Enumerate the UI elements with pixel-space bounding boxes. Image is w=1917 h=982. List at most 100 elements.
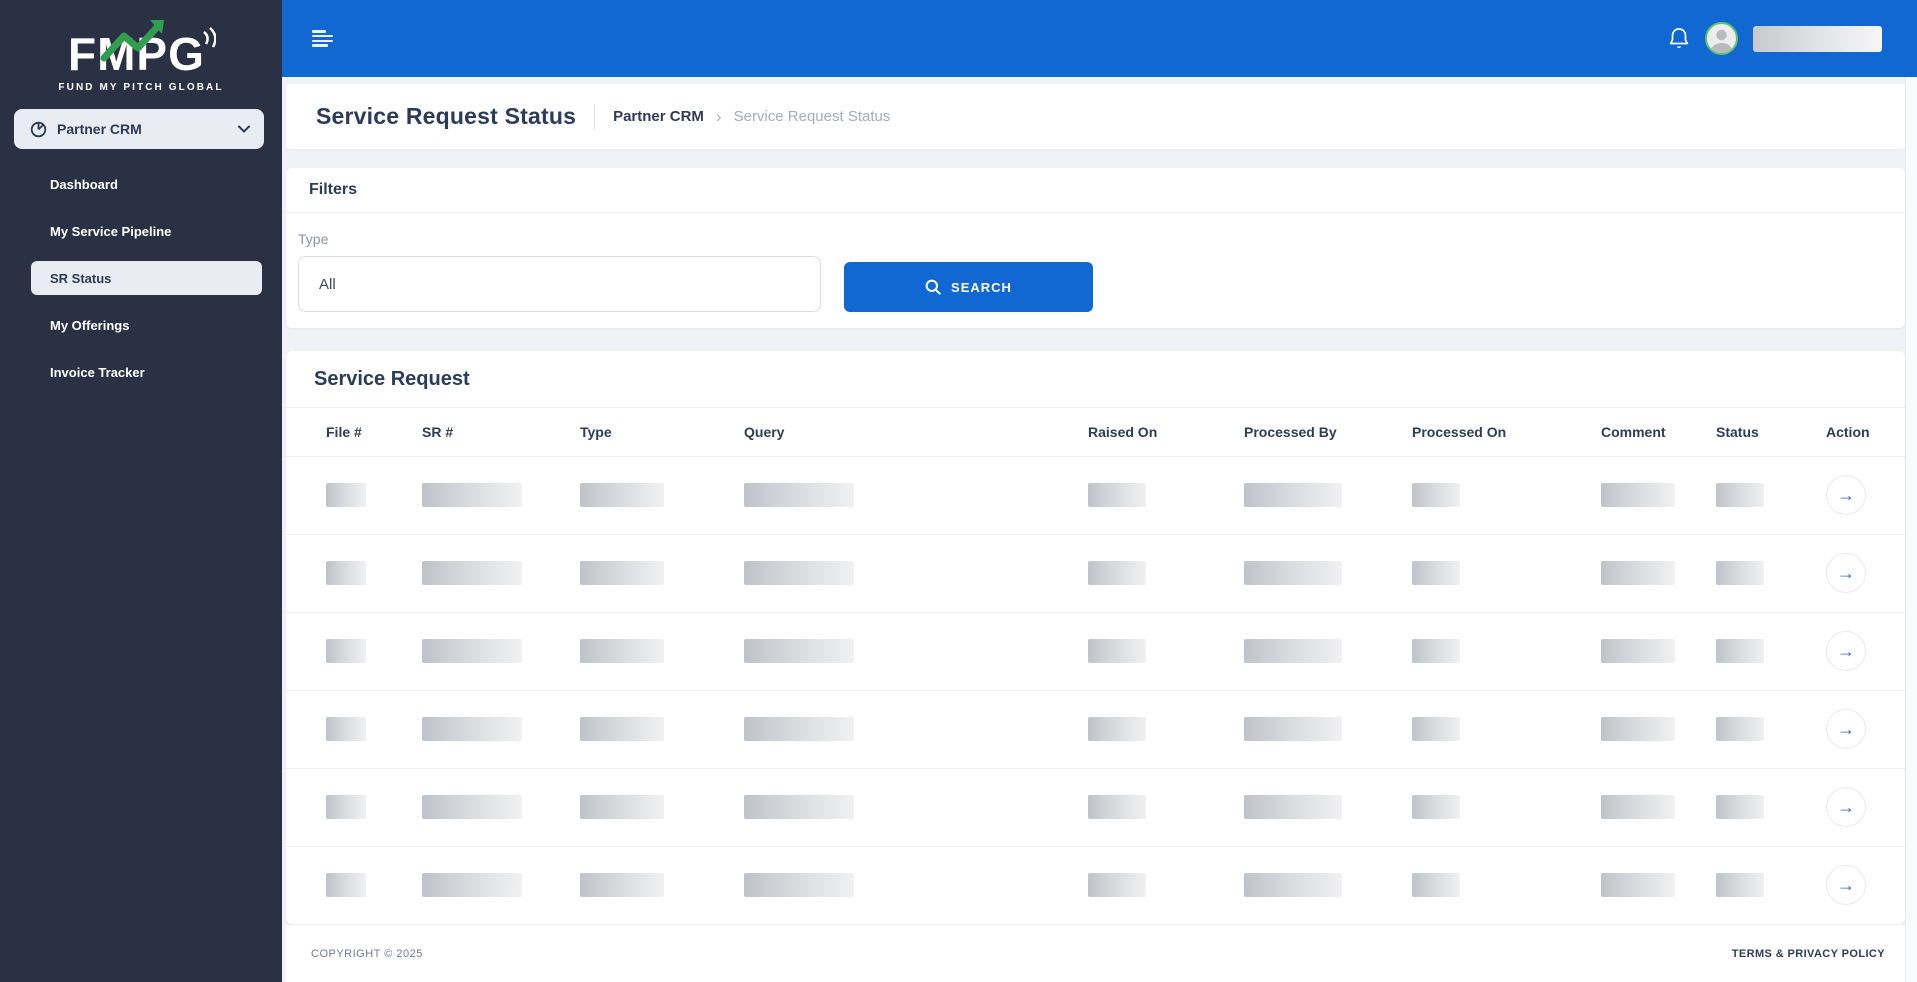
cell-loading-skeleton (326, 561, 366, 585)
cell-loading-skeleton (1412, 561, 1460, 585)
cell-loading-skeleton (580, 639, 664, 663)
row-action-button[interactable]: → (1826, 475, 1866, 515)
cell-loading-skeleton (580, 795, 664, 819)
cell-loading-skeleton (744, 717, 854, 741)
table-row: → (286, 846, 1905, 924)
cell-loading-skeleton (1244, 561, 1342, 585)
cell-loading-skeleton (1601, 717, 1675, 741)
cell-loading-skeleton (1244, 873, 1342, 897)
avatar[interactable] (1705, 22, 1738, 55)
row-action-button[interactable]: → (1826, 631, 1866, 671)
column-header-type: Type (568, 408, 732, 456)
column-header-file-: File # (286, 408, 410, 456)
page-title-bar: Service Request Status Partner CRM › Ser… (286, 84, 1905, 149)
breadcrumb-separator-icon: › (716, 107, 722, 127)
cell-loading-skeleton (580, 873, 664, 897)
search-icon (925, 279, 941, 295)
breadcrumb-current: Service Request Status (734, 108, 891, 125)
cell-loading-skeleton (744, 561, 854, 585)
cell-loading-skeleton (1716, 795, 1764, 819)
cell-loading-skeleton (1088, 795, 1146, 819)
filters-card: Filters Type All SEARCH (286, 168, 1905, 328)
cell-loading-skeleton (744, 873, 854, 897)
cell-loading-skeleton (422, 639, 522, 663)
table-header-row: File #SR #TypeQueryRaised OnProcessed By… (286, 408, 1905, 456)
cell-loading-skeleton (1244, 483, 1342, 507)
search-button[interactable]: SEARCH (844, 262, 1093, 312)
column-header-status: Status (1704, 408, 1814, 456)
arrow-right-icon: → (1837, 798, 1855, 816)
column-header-action: Action (1814, 408, 1905, 456)
sidebar: FMPG FUND MY PITCH GLOBAL Partner CRM Da… (0, 0, 282, 982)
cell-loading-skeleton (1412, 483, 1460, 507)
table-body: → → (286, 456, 1905, 924)
sidebar-item-label: My Offerings (50, 318, 129, 333)
cell-loading-skeleton (1088, 561, 1146, 585)
cell-loading-skeleton (1088, 873, 1146, 897)
logo: FMPG FUND MY PITCH GLOBAL (0, 0, 282, 93)
column-header-query: Query (732, 408, 1076, 456)
sidebar-item-label: Dashboard (50, 177, 118, 192)
cell-loading-skeleton (326, 795, 366, 819)
filters-body: Type All SEARCH (286, 213, 1905, 312)
cell-loading-skeleton (1244, 639, 1342, 663)
arrow-right-icon: → (1837, 642, 1855, 660)
cell-loading-skeleton (1601, 873, 1675, 897)
cell-loading-skeleton (326, 717, 366, 741)
row-action-button[interactable]: → (1826, 553, 1866, 593)
cell-loading-skeleton (1601, 795, 1675, 819)
table-row: → (286, 768, 1905, 846)
row-action-button[interactable]: → (1826, 865, 1866, 905)
bell-icon[interactable] (1667, 26, 1691, 52)
scrollbar-track[interactable] (1905, 77, 1917, 982)
cell-loading-skeleton (1088, 639, 1146, 663)
copyright-text: COPYRIGHT © 2025 (311, 948, 423, 960)
sidebar-item-invoice-tracker[interactable]: Invoice Tracker (0, 355, 262, 389)
sidebar-item-my-offerings[interactable]: My Offerings (0, 308, 262, 342)
cell-loading-skeleton (1412, 717, 1460, 741)
fmpg-logo-icon: FMPG (66, 18, 216, 80)
cell-loading-skeleton (1601, 483, 1675, 507)
chevron-down-icon (238, 125, 250, 133)
cell-loading-skeleton (422, 873, 522, 897)
sidebar-item-sr-status[interactable]: SR Status (31, 261, 262, 295)
cell-loading-skeleton (1601, 639, 1675, 663)
cell-loading-skeleton (744, 483, 854, 507)
cell-loading-skeleton (422, 795, 522, 819)
cell-loading-skeleton (1244, 717, 1342, 741)
cell-loading-skeleton (580, 561, 664, 585)
type-select[interactable]: All (298, 256, 821, 312)
sidebar-item-label: My Service Pipeline (50, 224, 171, 239)
cell-loading-skeleton (326, 483, 366, 507)
service-request-header: Service Request (286, 351, 1905, 408)
topbar (282, 0, 1917, 77)
cell-loading-skeleton (580, 483, 664, 507)
table-row: → (286, 534, 1905, 612)
cell-loading-skeleton (326, 639, 366, 663)
sidebar-section-partner-crm[interactable]: Partner CRM (14, 109, 264, 149)
sidebar-nav: Dashboard My Service Pipeline SR Status My … (0, 167, 282, 389)
logo-tagline: FUND MY PITCH GLOBAL (0, 82, 282, 93)
cell-loading-skeleton (580, 717, 664, 741)
hamburger-icon[interactable] (312, 30, 334, 47)
cell-loading-skeleton (1412, 795, 1460, 819)
row-action-button[interactable]: → (1826, 709, 1866, 749)
arrow-right-icon: → (1837, 876, 1855, 894)
terms-privacy-link[interactable]: TERMS & PRIVACY POLICY (1732, 948, 1885, 960)
arrow-right-icon: → (1837, 486, 1855, 504)
service-request-title: Service Request (314, 368, 470, 391)
cell-loading-skeleton (1716, 561, 1764, 585)
cell-loading-skeleton (1716, 483, 1764, 507)
filters-title: Filters (309, 181, 357, 199)
column-header-sr-: SR # (410, 408, 568, 456)
sidebar-item-my-service-pipeline[interactable]: My Service Pipeline (0, 214, 262, 248)
person-icon (1707, 26, 1736, 53)
breadcrumb-parent[interactable]: Partner CRM (613, 108, 704, 125)
filters-header: Filters (286, 168, 1905, 213)
row-action-button[interactable]: → (1826, 787, 1866, 827)
title-breadcrumb-divider (594, 104, 595, 130)
arrow-right-icon: → (1837, 720, 1855, 738)
pie-chart-icon (30, 121, 47, 138)
sidebar-item-dashboard[interactable]: Dashboard (0, 167, 262, 201)
cell-loading-skeleton (1244, 795, 1342, 819)
